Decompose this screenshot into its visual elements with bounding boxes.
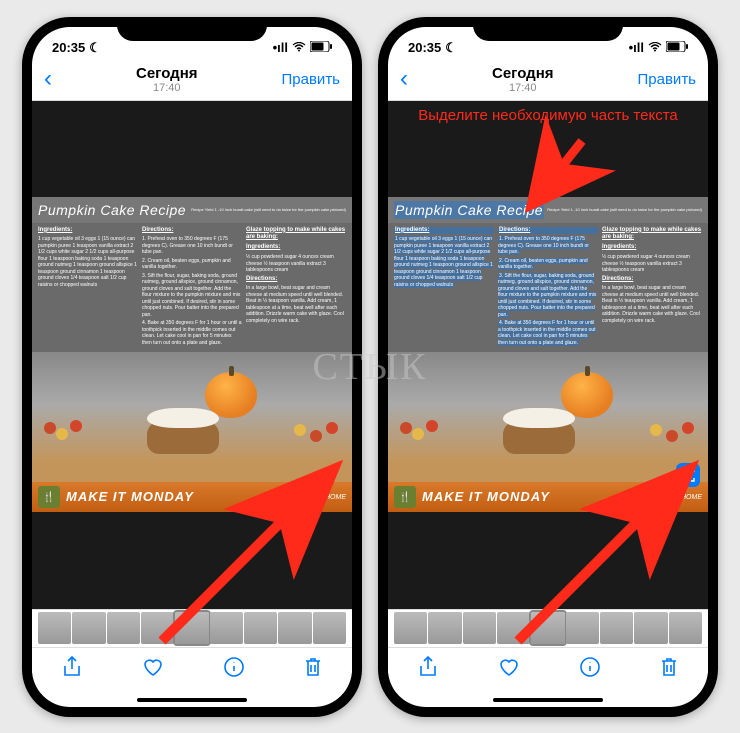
banner-text: MAKE IT MONDAY xyxy=(422,489,550,506)
thumbnail[interactable] xyxy=(38,612,71,644)
recipe-card: Pumpkin Cake Recipe Recipe Yield 1 -10 i… xyxy=(32,197,352,513)
thumbnail[interactable] xyxy=(497,612,530,644)
recipe-yield: Recipe Yield 1 -10 inch bundt cake (will… xyxy=(547,207,702,212)
thumbnail[interactable] xyxy=(278,612,311,644)
home-indicator[interactable] xyxy=(32,693,352,707)
notch xyxy=(117,17,267,41)
nav-subtitle: 17:40 xyxy=(136,82,198,94)
banner: 🍴 MAKE IT MONDAY Celebrating HOME xyxy=(32,482,352,512)
iphone-mockup-left: 20:35 ☾ •ıll ‹ Сегодня 17:40 Править xyxy=(22,17,362,717)
battery-icon xyxy=(666,40,688,55)
wifi-icon xyxy=(648,40,662,55)
thumbnail[interactable] xyxy=(107,612,140,644)
cake-shape xyxy=(503,414,575,454)
recipe-yield: Recipe Yield 1 -10 inch bundt cake (will… xyxy=(191,207,346,212)
thumbnail[interactable] xyxy=(394,612,427,644)
nav-subtitle: 17:40 xyxy=(492,82,554,94)
nav-bar: ‹ Сегодня 17:40 Править xyxy=(388,63,708,101)
banner-subtitle: Celebrating HOME xyxy=(287,493,346,502)
status-time: 20:35 xyxy=(408,40,441,55)
edit-button[interactable]: Править xyxy=(638,71,697,88)
thumbnail[interactable] xyxy=(566,612,599,644)
iphone-mockup-right: 20:35 ☾ •ıll ‹ Сегодня 17:40 Править Выд… xyxy=(378,17,718,717)
thumbnail[interactable] xyxy=(244,612,277,644)
thumbnail-selected[interactable] xyxy=(531,612,564,644)
recipe-title[interactable]: Pumpkin Cake Recipe xyxy=(394,201,544,219)
ingredients-heading: Ingredients: xyxy=(38,227,138,235)
directions-heading[interactable]: Directions: xyxy=(498,227,598,235)
recipe-photo xyxy=(32,352,352,482)
annotation-text: Выделите необходимую часть текста xyxy=(418,107,678,125)
thumbnail[interactable] xyxy=(428,612,461,644)
directions-heading: Directions: xyxy=(142,227,242,235)
nav-title: Сегодня xyxy=(136,65,198,82)
share-icon[interactable] xyxy=(62,656,82,684)
banner-subtitle: Celebrating HOME xyxy=(643,493,702,502)
glaze-heading: Glaze topping to make while cakes are ba… xyxy=(602,227,702,243)
thumbnail[interactable] xyxy=(463,612,496,644)
heart-icon[interactable] xyxy=(498,657,520,683)
info-icon[interactable] xyxy=(580,657,600,683)
thumbnail-strip[interactable] xyxy=(32,609,352,647)
bottom-toolbar xyxy=(388,647,708,693)
trash-icon[interactable] xyxy=(660,656,678,684)
battery-icon xyxy=(310,40,332,55)
signal-icon: •ıll xyxy=(273,40,288,55)
nav-title: Сегодня xyxy=(492,65,554,82)
back-button[interactable]: ‹ xyxy=(400,65,408,93)
thumbnail[interactable] xyxy=(313,612,346,644)
status-time: 20:35 xyxy=(52,40,85,55)
bottom-toolbar xyxy=(32,647,352,693)
home-indicator[interactable] xyxy=(388,693,708,707)
cake-shape xyxy=(147,414,219,454)
banner-text: MAKE IT MONDAY xyxy=(66,489,194,506)
thumbnail[interactable] xyxy=(669,612,702,644)
photo-content[interactable]: Выделите необходимую часть текста Pumpki… xyxy=(388,101,708,609)
thumbnail[interactable] xyxy=(141,612,174,644)
notch xyxy=(473,17,623,41)
utensils-icon: 🍴 xyxy=(38,486,60,508)
trash-icon[interactable] xyxy=(304,656,322,684)
thumbnail[interactable] xyxy=(634,612,667,644)
glaze-heading: Glaze topping to make while cakes are ba… xyxy=(246,227,346,243)
info-icon[interactable] xyxy=(224,657,244,683)
signal-icon: •ıll xyxy=(629,40,644,55)
wifi-icon xyxy=(292,40,306,55)
ingredients-heading[interactable]: Ingredients: xyxy=(394,227,494,235)
back-button[interactable]: ‹ xyxy=(44,65,52,93)
edit-button[interactable]: Править xyxy=(282,71,341,88)
utensils-icon: 🍴 xyxy=(394,486,416,508)
recipe-title: Pumpkin Cake Recipe xyxy=(38,201,186,219)
ingredients-text: 1 cup vegetable oil 3 eggs 1 (15 ounce) … xyxy=(38,236,138,288)
thumbnail[interactable] xyxy=(600,612,633,644)
recipe-card: Pumpkin Cake Recipe Recipe Yield 1 -10 i… xyxy=(388,197,708,513)
moon-icon: ☾ xyxy=(445,40,457,56)
recipe-photo xyxy=(388,352,708,482)
thumbnail-selected[interactable] xyxy=(175,612,208,644)
thumbnail-strip[interactable] xyxy=(388,609,708,647)
thumbnail[interactable] xyxy=(72,612,105,644)
live-text-icon[interactable] xyxy=(676,463,700,487)
nav-bar: ‹ Сегодня 17:40 Править xyxy=(32,63,352,101)
heart-icon[interactable] xyxy=(142,657,164,683)
banner: 🍴 MAKE IT MONDAY Celebrating HOME xyxy=(388,482,708,512)
photo-content[interactable]: Pumpkin Cake Recipe Recipe Yield 1 -10 i… xyxy=(32,101,352,609)
share-icon[interactable] xyxy=(418,656,438,684)
thumbnail[interactable] xyxy=(210,612,243,644)
ingredients-text-selected[interactable]: 1 cup vegetable oil 3 eggs 1 (15 ounce) … xyxy=(394,236,493,288)
moon-icon: ☾ xyxy=(89,40,101,56)
